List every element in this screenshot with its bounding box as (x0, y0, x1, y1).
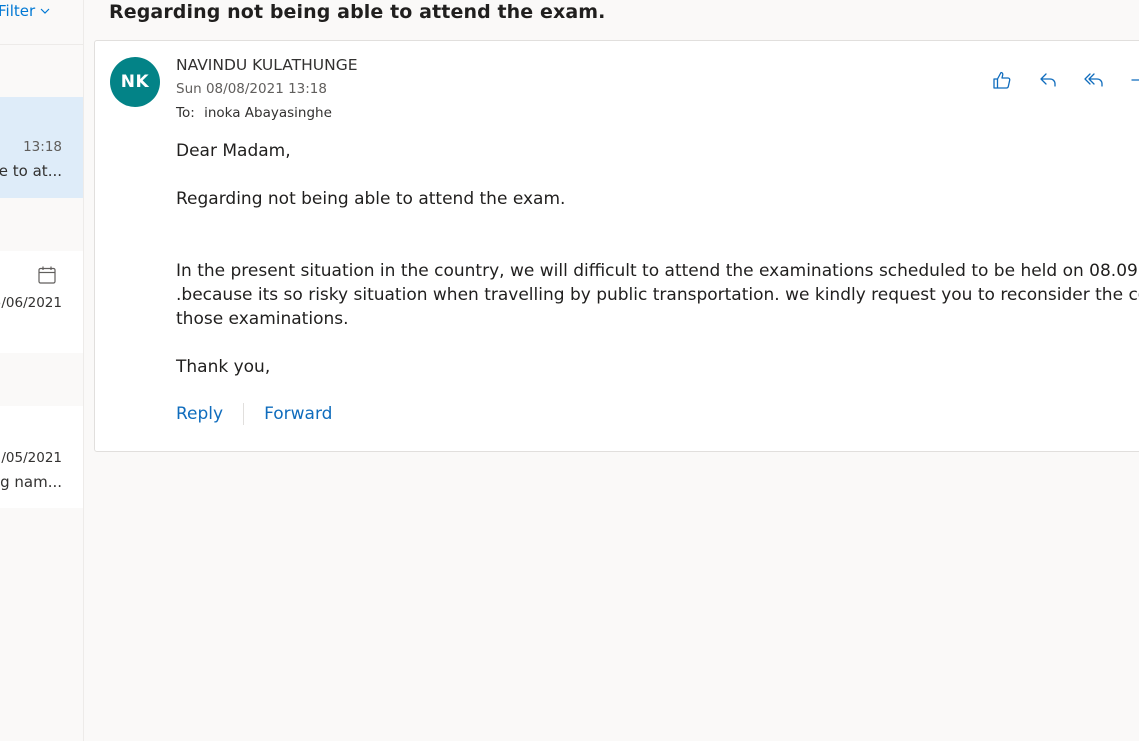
email-date: Sun 08/08/2021 13:18 (176, 81, 327, 97)
reply-all-button[interactable] (1071, 67, 1117, 93)
reply-icon (1040, 73, 1056, 87)
list-item[interactable]: 13:18 e to at... (0, 97, 83, 198)
filter-button[interactable]: Filter (0, 2, 51, 20)
body-line: Regarding not being able to attend the e… (176, 189, 566, 209)
reply-all-icon (1084, 73, 1103, 87)
like-button[interactable] (979, 67, 1025, 93)
email-subject: Regarding not being able to attend the e… (109, 1, 606, 23)
reply-forward-row: Reply Forward (176, 403, 332, 425)
email-card: NK NAVINDU KULATHUNGE Sun 08/08/2021 13:… (94, 40, 1139, 452)
link-divider (243, 403, 245, 425)
list-item-preview: e to at... (0, 162, 62, 180)
message-list: Filter 13:18 e to at... 5/06/2021 /05/20… (0, 0, 84, 741)
to-label: To: (176, 105, 195, 121)
outlook-window: Filter 13:18 e to at... 5/06/2021 /05/20… (0, 0, 1139, 741)
avatar[interactable]: NK (110, 57, 160, 107)
list-item-preview: g nam... (0, 473, 62, 491)
recipients-row: To: inoka Abayasinghe (176, 105, 332, 121)
body-greeting: Dear Madam, (176, 141, 291, 161)
forward-icon (1131, 79, 1139, 81)
like-icon (993, 71, 1011, 89)
body-paragraph-line: In the present situation in the country,… (176, 261, 1139, 281)
body-paragraph-line: those examinations. (176, 309, 349, 329)
chevron-down-icon (40, 8, 50, 14)
calendar-icon (38, 266, 56, 284)
message-actions (979, 67, 1139, 93)
list-item-date: 5/06/2021 (0, 295, 62, 311)
filter-label: Filter (0, 2, 36, 20)
list-divider (0, 44, 83, 45)
email-body: Dear Madam, Regarding not being able to … (176, 139, 1139, 379)
list-item[interactable]: 5/06/2021 (0, 251, 83, 353)
body-paragraph-line: .because its so risky situation when tra… (176, 285, 1139, 305)
list-item-time: 13:18 (23, 139, 62, 155)
list-item[interactable]: /05/2021 g nam... (0, 406, 83, 508)
sender-name[interactable]: NAVINDU KULATHUNGE (176, 56, 358, 74)
list-item-date: /05/2021 (1, 450, 62, 466)
forward-icon-button[interactable] (1117, 67, 1139, 93)
recipient-name[interactable]: inoka Abayasinghe (204, 105, 332, 121)
body-closing: Thank you, (176, 357, 271, 377)
reply-link[interactable]: Reply (176, 404, 223, 424)
forward-link[interactable]: Forward (264, 404, 332, 424)
reply-icon-button[interactable] (1025, 67, 1071, 93)
